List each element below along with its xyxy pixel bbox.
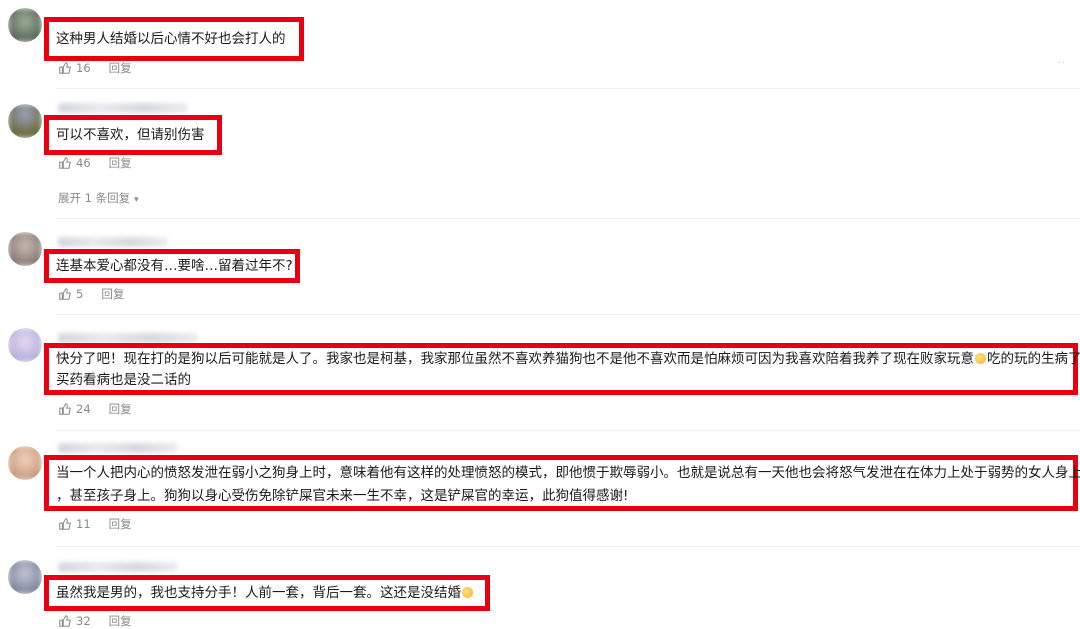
comment-text-line2: 买药看病也是没二话的 — [56, 372, 191, 388]
emoji-icon — [975, 353, 986, 364]
avatar[interactable] — [8, 328, 42, 362]
expand-replies-link[interactable]: 展开 1 条回复 ▾ — [58, 190, 139, 206]
chevron-down-icon: ▾ — [134, 195, 139, 205]
avatar[interactable] — [8, 446, 42, 480]
like-count: 5 — [76, 287, 84, 301]
like-icon[interactable] — [58, 156, 72, 170]
comment-text: 虽然我是男的，我也支持分手！人前一套，背后一套。这还是没结婚 — [56, 582, 474, 604]
like-count: 46 — [76, 156, 91, 170]
comment-text: 可以不喜欢，但请别伤害 — [56, 127, 205, 143]
expand-replies-label: 展开 1 条回复 — [58, 191, 131, 205]
reply-button[interactable]: 回复 — [109, 516, 132, 532]
username[interactable] — [58, 333, 198, 343]
reply-button[interactable]: 回复 — [101, 286, 124, 302]
divider — [56, 430, 1080, 431]
username[interactable] — [58, 443, 178, 453]
avatar[interactable] — [8, 232, 42, 266]
comment-text: 连基本爱心都没有…要啥…留着过年不? — [56, 258, 293, 274]
comment-text-line2: ，甚至孩子身上。狗狗以身心受伤免除铲屎官未来一生不幸，这是铲屎官的幸运，此狗值得… — [56, 488, 629, 504]
like-count: 16 — [76, 61, 91, 75]
divider — [56, 218, 1080, 219]
reply-button[interactable]: 回复 — [109, 60, 132, 76]
username[interactable] — [58, 562, 178, 572]
like-icon[interactable] — [58, 61, 72, 75]
like-icon[interactable] — [58, 517, 72, 531]
comment-text-line1: 当一个人把内心的愤怒发泄在弱小之狗身上时，意味着他有这样的处理愤怒的模式，即他惯… — [56, 465, 1080, 481]
like-count: 24 — [76, 402, 91, 416]
comment-text: 这种男人结婚以后心情不好也会打人的 — [56, 31, 286, 47]
like-count: 32 — [76, 614, 91, 628]
divider — [56, 546, 1080, 547]
like-icon[interactable] — [58, 614, 72, 628]
emoji-icon — [462, 587, 473, 598]
avatar[interactable] — [8, 104, 42, 138]
comment-text-line1: 快分了吧！现在打的是狗以后可能就是人了。我家也是柯基，我家那位虽然不喜欢养猫狗也… — [56, 351, 1080, 367]
reply-button[interactable]: 回复 — [109, 401, 132, 417]
more-icon[interactable]: ·· — [1058, 58, 1066, 69]
avatar[interactable] — [8, 8, 42, 42]
avatar[interactable] — [8, 560, 42, 594]
like-icon[interactable] — [58, 402, 72, 416]
reply-button[interactable]: 回复 — [109, 613, 132, 629]
divider — [56, 314, 1080, 315]
username[interactable] — [58, 103, 188, 113]
reply-button[interactable]: 回复 — [109, 155, 132, 171]
like-icon[interactable] — [58, 287, 72, 301]
username[interactable] — [58, 237, 168, 247]
divider — [56, 88, 1080, 89]
like-count: 11 — [76, 517, 91, 531]
